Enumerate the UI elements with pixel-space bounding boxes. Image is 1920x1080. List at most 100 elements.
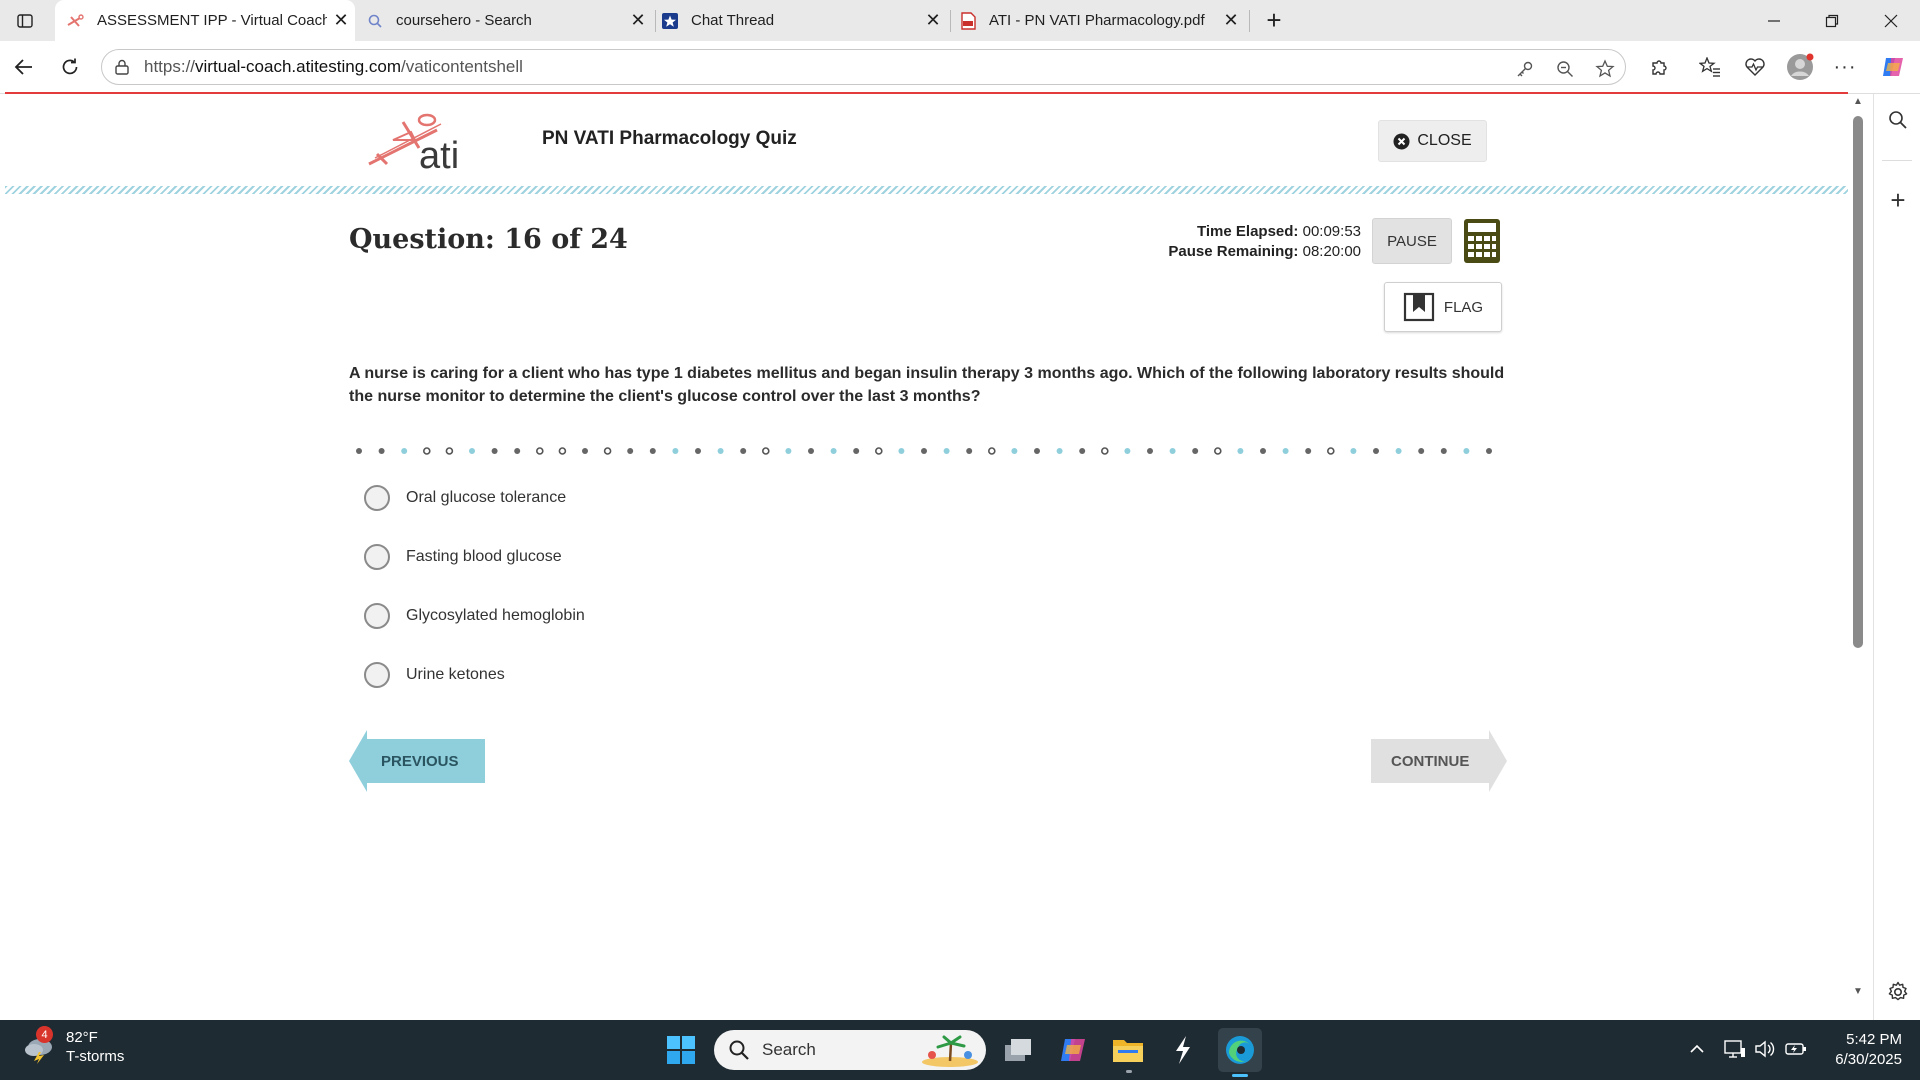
more-icon[interactable]: ··· [1831, 53, 1859, 81]
divider-dot [356, 448, 362, 454]
copilot-app-icon[interactable] [1053, 1030, 1093, 1070]
site-info-icon[interactable] [112, 57, 132, 77]
divider-dot [582, 448, 588, 454]
search-highlight-icon [922, 1035, 978, 1067]
tab-ati-assessment[interactable]: ASSESSMENT IPP - Virtual Coach ✕ [55, 0, 355, 41]
divider-dot [1326, 447, 1335, 455]
divider-dot [401, 448, 408, 454]
tab-pdf-document[interactable]: ATI - PN VATI Pharmacology.pdf ✕ [955, 0, 1245, 41]
divider-dot [1395, 448, 1402, 454]
close-tab-icon[interactable]: ✕ [624, 7, 652, 35]
scroll-up-icon[interactable]: ▲ [1853, 96, 1863, 107]
divider-dot [1373, 448, 1379, 454]
system-clock[interactable]: 5:42 PM 6/30/2025 [1808, 1030, 1902, 1070]
heartbeat-icon[interactable] [1741, 53, 1769, 81]
profile-icon[interactable] [1786, 53, 1814, 81]
extensions-icon[interactable] [1645, 53, 1673, 81]
answer-option-label: Glycosylated hemoglobin [406, 607, 585, 624]
windows-start-icon[interactable] [661, 1030, 701, 1070]
flag-label: FLAG [1443, 298, 1484, 316]
radio-button[interactable] [364, 603, 390, 629]
back-arrow-icon[interactable] [6, 49, 42, 85]
copilot-icon[interactable] [1879, 53, 1907, 81]
close-tab-icon[interactable]: ✕ [919, 7, 947, 35]
previous-button[interactable]: PREVIOUS [349, 730, 485, 792]
close-window-icon[interactable] [1862, 0, 1920, 41]
scroll-thumb[interactable] [1853, 116, 1863, 648]
continue-label: CONTINUE [1391, 752, 1470, 770]
continue-button[interactable]: CONTINUE [1371, 730, 1507, 792]
divider-dot [1440, 448, 1447, 454]
divider-dot [761, 447, 770, 455]
divider-dot [1305, 448, 1312, 454]
favorites-icon[interactable] [1696, 53, 1724, 81]
show-hidden-icons-chevron-icon[interactable] [1686, 1038, 1708, 1060]
close-button[interactable]: CLOSE [1378, 120, 1487, 162]
divider-dot [603, 447, 612, 455]
new-tab-icon[interactable]: + [1244, 0, 1304, 41]
pdf-icon [959, 11, 977, 30]
answer-option[interactable]: Urine ketones [364, 658, 505, 692]
radio-button[interactable] [364, 485, 390, 511]
answer-option[interactable]: Glycosylated hemoglobin [364, 599, 585, 633]
file-explorer-icon[interactable] [1108, 1030, 1148, 1070]
tab-chat-thread[interactable]: Chat Thread ✕ [657, 0, 947, 41]
lightning-app-icon[interactable] [1163, 1030, 1203, 1070]
divider-dot [1418, 448, 1425, 454]
sidebar-search-icon[interactable] [1884, 106, 1912, 134]
divider-dot [1056, 448, 1063, 454]
settings-gear-icon[interactable] [1884, 978, 1912, 1006]
tab-label: ATI - PN VATI Pharmacology.pdf [989, 12, 1205, 29]
timer-panel: Time Elapsed: 00:09:53 Pause Remaining: … [1105, 222, 1361, 262]
divider-dot [1350, 448, 1357, 454]
active-app-indicator [1232, 1074, 1248, 1077]
zoom-out-icon[interactable] [1554, 58, 1576, 80]
minimize-icon[interactable] [1745, 0, 1803, 41]
sidebar-add-icon[interactable]: + [1884, 185, 1912, 215]
divider-dot [558, 447, 567, 455]
tab-coursehero-search[interactable]: coursehero - Search ✕ [362, 0, 652, 41]
close-circle-icon [1393, 133, 1410, 149]
search-placeholder: Search [762, 1040, 816, 1059]
task-view-icon[interactable] [998, 1030, 1038, 1070]
pause-button[interactable]: PAUSE [1372, 218, 1452, 264]
edge-browser-icon[interactable] [1218, 1028, 1262, 1077]
refresh-icon[interactable] [52, 49, 88, 85]
answer-option[interactable]: Fasting blood glucose [364, 540, 562, 574]
pause-remaining: Pause Remaining: 08:20:00 [1168, 243, 1361, 260]
tab-actions-icon[interactable] [0, 0, 50, 41]
search-icon [366, 12, 384, 30]
header-divider [5, 186, 1848, 194]
divider-dot [1100, 447, 1109, 455]
divider-dot [1237, 448, 1244, 454]
page-scrollbar[interactable]: ▲ ▼ [1848, 94, 1868, 1020]
answer-option[interactable]: Oral glucose tolerance [364, 481, 566, 515]
calculator-icon[interactable] [1463, 218, 1501, 264]
browser-toolbar: https://virtual-coach.atitesting.com/vat… [0, 41, 1920, 94]
restore-icon[interactable] [1803, 0, 1861, 41]
weather-widget[interactable]: 4 82°F T-storms [22, 1026, 124, 1066]
radio-button[interactable] [364, 662, 390, 688]
close-tab-icon[interactable]: ✕ [327, 7, 355, 35]
divider-dot [1124, 448, 1131, 454]
taskbar-search-box[interactable]: Search [714, 1030, 986, 1070]
sidebar-divider [1882, 160, 1912, 161]
running-app-indicator [1126, 1070, 1132, 1073]
favorite-star-icon[interactable] [1594, 58, 1616, 80]
volume-icon[interactable] [1754, 1038, 1776, 1060]
key-icon[interactable] [1514, 58, 1536, 80]
battery-icon[interactable] [1785, 1038, 1807, 1060]
divider-dot [808, 448, 814, 454]
scroll-down-icon[interactable]: ▼ [1853, 986, 1863, 997]
flag-button[interactable]: FLAG [1384, 282, 1502, 332]
network-icon[interactable] [1724, 1038, 1746, 1060]
close-tab-icon[interactable]: ✕ [1217, 7, 1245, 35]
tab-label: coursehero - Search [396, 12, 532, 29]
browser-tab-strip: ASSESSMENT IPP - Virtual Coach ✕ courseh… [0, 0, 1920, 41]
divider-dot [1169, 448, 1176, 454]
divider-dot [853, 448, 860, 454]
divider-dot [627, 448, 634, 454]
radio-button[interactable] [364, 544, 390, 570]
dotted-divider [356, 447, 1492, 455]
address-bar[interactable]: https://virtual-coach.atitesting.com/vat… [101, 49, 1626, 85]
